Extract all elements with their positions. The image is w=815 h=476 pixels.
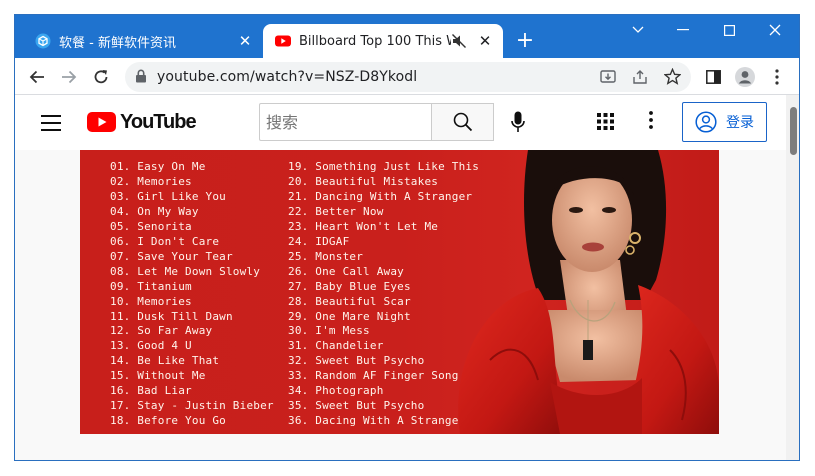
youtube-page: YouTube 登录 01. Easy On Me 02. Memories [15,95,799,460]
sign-in-button[interactable]: 登录 [682,102,767,142]
apps-grid-icon[interactable] [597,113,614,130]
youtube-favicon-icon [275,35,291,47]
track-item: 10. Memories [110,294,192,308]
track-item: 01. Easy On Me [110,160,206,173]
track-item: 09. Titanium [110,279,192,293]
maximize-button[interactable] [706,15,752,45]
chevron-down-icon [632,26,644,33]
arrow-right-icon [62,70,77,84]
microphone-icon[interactable] [511,111,525,133]
site-favicon-icon [35,33,51,49]
close-tab-icon[interactable]: ✕ [237,32,253,50]
search-icon [453,112,472,132]
share-icon[interactable] [632,69,648,85]
youtube-logo[interactable]: YouTube [87,110,197,133]
tab-ruancan[interactable]: 软餐 - 新鲜软件资讯 ✕ [23,24,263,58]
track-item: 17. Stay - Justin Bieber [110,399,274,413]
search-input[interactable] [259,103,431,141]
profile-button[interactable] [732,64,758,90]
side-panel-button[interactable] [700,64,726,90]
bookmark-star-icon[interactable] [664,68,681,85]
browser-toolbar: youtube.com/watch?v=NSZ-D8Ykodl [15,58,799,95]
track-item: 08. Let Me Down Slowly [110,264,261,278]
tab-strip: 软餐 - 新鲜软件资讯 ✕ Billboard Top 100 This Wee… [15,15,799,58]
new-tab-button[interactable]: + [512,28,538,54]
tab-title: Billboard Top 100 This Week [299,33,451,49]
install-app-icon[interactable] [600,69,616,85]
back-button[interactable] [24,64,50,90]
side-panel-icon [705,70,721,84]
track-item: 02. Memories [110,174,192,188]
more-vert-icon[interactable] [649,111,653,129]
minimize-icon [677,29,689,31]
reload-button[interactable] [88,64,114,90]
track-item: 12. So Far Away [110,324,213,338]
close-icon [769,24,781,36]
avatar-icon [735,67,755,87]
arrow-left-icon [29,70,44,84]
account-icon [695,111,717,133]
forward-button[interactable] [56,64,82,90]
menu-icon[interactable] [41,115,61,131]
address-bar[interactable]: youtube.com/watch?v=NSZ-D8Ykodl [125,62,691,92]
track-item: 18. Before You Go [110,414,226,428]
sign-in-label: 登录 [726,115,754,131]
track-item: 06. I Don't Care [110,234,220,248]
tab-youtube[interactable]: Billboard Top 100 This Week ✕ [263,24,503,58]
track-item: 13. Good 4 U [110,339,192,353]
browser-window: 软餐 - 新鲜软件资讯 ✕ Billboard Top 100 This Wee… [14,14,800,461]
browser-menu-button[interactable] [764,64,790,90]
page-scrollbar[interactable] [786,95,799,460]
youtube-header: YouTube 登录 [15,95,799,150]
track-item: 04. On My Way [110,204,199,218]
more-vert-icon [775,69,779,85]
scrollbar-thumb[interactable] [790,107,797,155]
track-item: 15. Without Me [110,369,206,383]
track-item: 05. Senorita [110,219,192,233]
youtube-logo-icon [87,112,116,132]
singer-photo [458,150,719,434]
track-item: 14. Be Like That [110,354,220,368]
maximize-icon [723,24,735,36]
tab-title: 软餐 - 新鲜软件资讯 [59,35,176,51]
track-item: 16. Bad Liar [110,384,192,398]
muted-audio-icon[interactable] [451,33,467,49]
tab-search-button[interactable] [615,15,661,45]
track-item: 07. Save Your Tear [110,249,233,263]
track-item: 11. Dusk Till Dawn [110,309,233,323]
lock-icon [136,69,146,83]
url-text: youtube.com/watch?v=NSZ-D8Ykodl [157,69,418,85]
search-button[interactable] [431,103,494,141]
video-player[interactable]: 01. Easy On Me 02. Memories 03. Girl Lik… [80,150,719,434]
close-tab-icon[interactable]: ✕ [477,32,493,50]
track-item: 03. Girl Like You [110,189,226,203]
close-window-button[interactable] [752,15,798,45]
minimize-button[interactable] [660,15,706,45]
youtube-logo-text: YouTube [120,110,197,133]
reload-icon [94,70,108,84]
tracklist-left: 01. Easy On Me 02. Memories 03. Girl Lik… [110,160,274,429]
